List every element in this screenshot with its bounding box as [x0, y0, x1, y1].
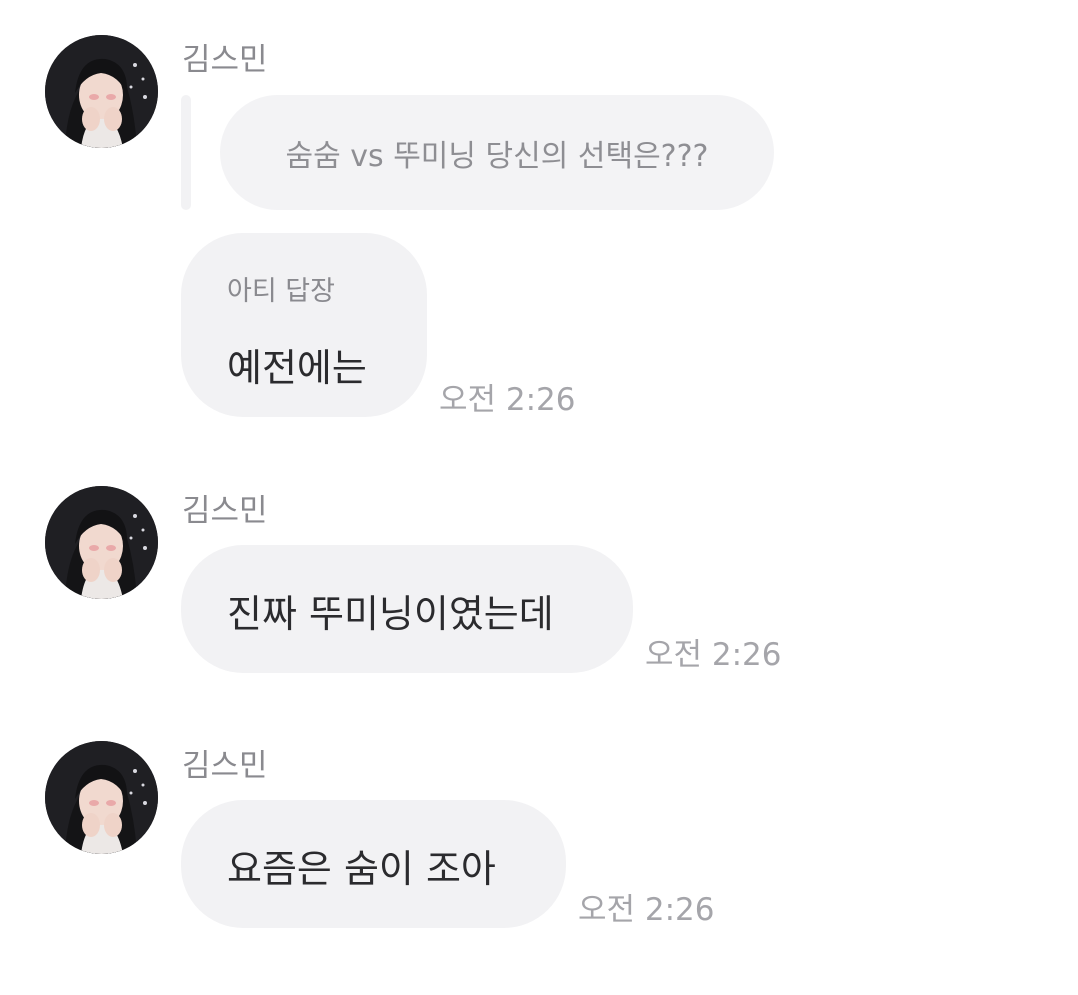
reply-label: 아티 답장	[227, 276, 335, 307]
message-bubble[interactable]: 진짜 뚜미닝이였는데	[181, 545, 633, 673]
sender-avatar[interactable]	[45, 741, 158, 854]
message-text: 예전에는	[227, 346, 367, 390]
profile-photo	[45, 35, 158, 148]
sender-name: 김스민	[182, 748, 268, 784]
message-time: 오전 2:26	[645, 637, 782, 673]
message-text: 진짜 뚜미닝이였는데	[227, 592, 554, 636]
sender-avatar[interactable]	[45, 35, 158, 148]
sender-name: 김스민	[182, 42, 268, 78]
message-time: 오전 2:26	[439, 382, 576, 418]
message-bubble[interactable]: 요즘은 숨이 조아	[181, 800, 566, 928]
message-text: 요즘은 숨이 조아	[227, 847, 496, 891]
sender-avatar[interactable]	[45, 486, 158, 599]
message-time: 오전 2:26	[578, 892, 715, 928]
quote-indicator	[181, 95, 191, 210]
quoted-message-text: 숨숨 vs 뚜미닝 당신의 선택은???	[285, 138, 709, 174]
profile-photo	[45, 741, 158, 854]
sender-name: 김스민	[182, 493, 268, 529]
quoted-message-bubble[interactable]: 숨숨 vs 뚜미닝 당신의 선택은???	[220, 95, 774, 210]
message-bubble[interactable]: 아티 답장 예전에는	[181, 233, 427, 417]
profile-photo	[45, 486, 158, 599]
